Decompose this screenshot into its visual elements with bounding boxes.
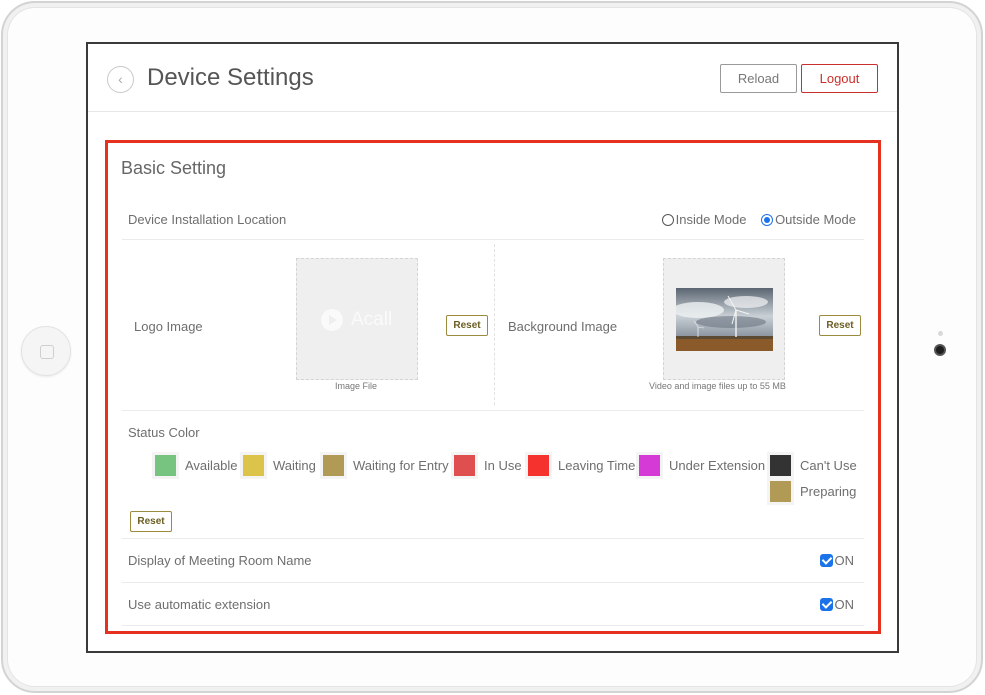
background-image-caption: Video and image files up to 55 MB <box>649 381 786 391</box>
color-swatch[interactable] <box>770 455 791 476</box>
status-cant-use[interactable]: Can't Use <box>770 455 857 476</box>
installation-radio-group: Inside Mode Outside Mode <box>651 212 856 229</box>
display-room-name-checkbox[interactable]: ON <box>819 553 854 568</box>
logo-image-dropzone[interactable]: Acall <box>296 258 418 380</box>
logo-image-label: Logo Image <box>134 319 203 334</box>
color-swatch[interactable] <box>243 455 264 476</box>
logout-button[interactable]: Logout <box>801 64 878 93</box>
auto-extension-label: Use automatic extension <box>128 597 271 612</box>
status-in-use[interactable]: In Use <box>454 455 522 476</box>
home-button[interactable] <box>21 326 71 376</box>
color-swatch[interactable] <box>323 455 344 476</box>
radio-off-icon <box>661 213 674 226</box>
home-square-icon <box>40 345 54 359</box>
color-swatch[interactable] <box>454 455 475 476</box>
checkbox-checked-icon <box>819 598 833 611</box>
acall-logo: Acall <box>321 309 392 331</box>
divider <box>122 239 864 240</box>
status-waiting[interactable]: Waiting <box>243 455 316 476</box>
color-swatch[interactable] <box>770 481 791 502</box>
app-screen: ‹ Device Settings Reload Logout Basic Se… <box>86 42 899 653</box>
back-button[interactable]: ‹ <box>107 66 134 93</box>
reload-button[interactable]: Reload <box>720 64 797 93</box>
divider <box>122 410 864 411</box>
status-waiting-for-entry[interactable]: Waiting for Entry <box>323 455 449 476</box>
installation-location-label: Device Installation Location <box>128 212 287 227</box>
divider <box>122 538 864 539</box>
basic-setting-panel: Basic Setting Device Installation Locati… <box>105 140 881 634</box>
section-title: Basic Setting <box>121 158 227 178</box>
background-reset-button[interactable]: Reset <box>819 315 861 336</box>
sensor-dot <box>938 331 943 336</box>
color-swatch[interactable] <box>639 455 660 476</box>
column-divider <box>494 244 495 405</box>
divider <box>122 625 864 626</box>
background-image-dropzone[interactable] <box>663 258 785 380</box>
radio-inside-mode[interactable]: Inside Mode <box>661 212 746 227</box>
status-available[interactable]: Available <box>155 455 238 476</box>
divider <box>122 582 864 583</box>
page-title: Device Settings <box>147 64 314 91</box>
status-color-reset-button[interactable]: Reset <box>130 511 172 532</box>
play-icon <box>321 309 343 331</box>
chevron-left-icon: ‹ <box>118 71 123 87</box>
background-image-label: Background Image <box>508 319 618 334</box>
wind-turbine-photo <box>676 288 773 351</box>
status-preparing[interactable]: Preparing <box>770 481 856 502</box>
status-under-extension[interactable]: Under Extension <box>639 455 765 476</box>
logo-image-caption: Image File <box>335 381 378 391</box>
color-swatch[interactable] <box>155 455 176 476</box>
checkbox-checked-icon <box>819 554 833 567</box>
radio-on-icon <box>761 213 774 226</box>
color-swatch[interactable] <box>528 455 549 476</box>
camera-icon <box>934 344 946 356</box>
auto-extension-checkbox[interactable]: ON <box>819 597 854 612</box>
display-room-name-label: Display of Meeting Room Name <box>128 553 312 568</box>
radio-outside-mode[interactable]: Outside Mode <box>761 212 856 227</box>
header-bar: ‹ Device Settings Reload Logout <box>88 44 897 112</box>
logo-reset-button[interactable]: Reset <box>446 315 488 336</box>
status-leaving-time[interactable]: Leaving Time <box>528 455 635 476</box>
status-color-label: Status Color <box>128 425 200 440</box>
